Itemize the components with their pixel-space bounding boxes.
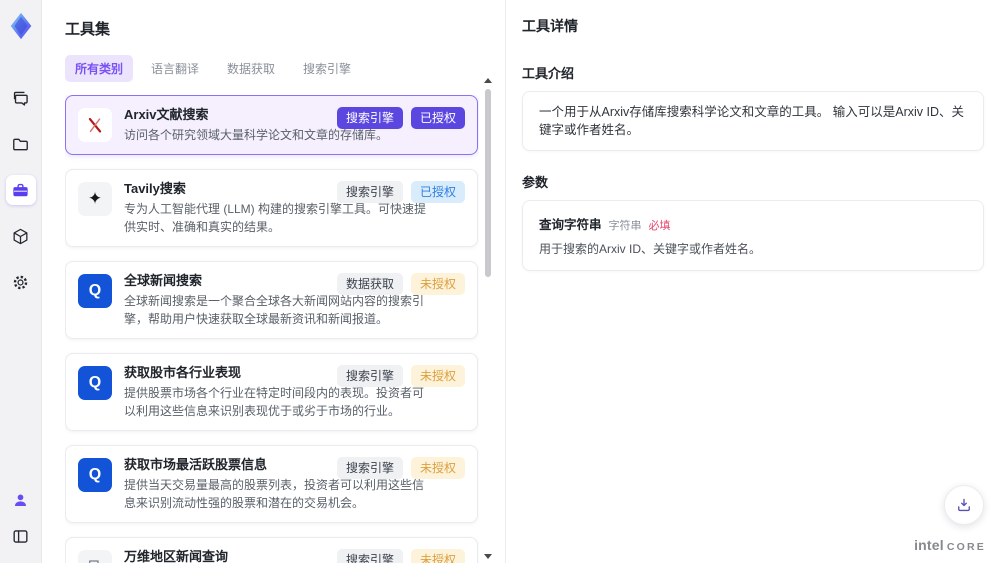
arxiv-logo-icon (78, 108, 112, 142)
tool-category-tag: 搜索引擎 (336, 549, 403, 563)
tool-card[interactable]: Q 获取市场最活跃股票信息 提供当天交易量最高的股票列表，投资者可以利用这些信息… (65, 445, 478, 523)
user-account-icon[interactable] (6, 485, 36, 515)
app-logo-icon (4, 9, 38, 43)
scrollbar-thumb[interactable] (485, 89, 491, 277)
scroll-up-arrow-icon[interactable] (484, 78, 492, 83)
cube-icon[interactable] (6, 221, 36, 251)
q-app-icon: Q (78, 366, 112, 400)
tool-card[interactable]: Arxiv文献搜索 访问各个研究领域大量科学论文和文章的存储库。 搜索引擎 已授… (65, 95, 478, 155)
tool-tags: 搜索引擎 已授权 (336, 181, 465, 203)
intro-heading: 工具介绍 (522, 66, 575, 81)
page-title: 工具集 (65, 21, 111, 38)
tool-description: 全球新闻搜索是一个聚合全球各大新闻网站内容的搜索引擎，帮助用户快速获取全球最新资… (124, 294, 425, 326)
tool-list: Arxiv文献搜索 访问各个研究领域大量科学论文和文章的存储库。 搜索引擎 已授… (65, 95, 479, 563)
intro-card: 一个用于从Arxiv存储库搜索科学论文和文章的工具。 输入可以是Arxiv ID… (522, 91, 984, 151)
tool-category-tag: 搜索引擎 (336, 457, 403, 479)
q-app-icon: Q (78, 458, 112, 492)
tool-tags: 搜索引擎 已授权 (336, 107, 465, 129)
tool-detail-pane: 工具详情 工具介绍 一个用于从Arxiv存储库搜索科学论文和文章的工具。 输入可… (505, 0, 1000, 563)
param-type: 字符串 (608, 220, 642, 232)
core-wordmark: CORE (946, 541, 986, 553)
sidebar-bottom (6, 485, 36, 551)
tool-auth-badge: 已授权 (410, 107, 465, 129)
tool-card[interactable]: Q 获取股市各行业表现 提供股票市场各个行业在特定时间段内的表现。投资者可以利用… (65, 353, 478, 431)
intel-core-logo: intel CORE (914, 537, 986, 553)
intel-wordmark: intel (914, 537, 944, 553)
category-tab[interactable]: 语言翻译 (141, 55, 209, 82)
category-tab[interactable]: 数据获取 (217, 55, 285, 82)
tool-card[interactable]: Q 全球新闻搜索 全球新闻搜索是一个聚合全球各大新闻网站内容的搜索引擎，帮助用户… (65, 261, 478, 339)
download-icon (958, 498, 970, 512)
tool-auth-badge: 未授权 (410, 549, 465, 563)
intro-text: 一个用于从Arxiv存储库搜索科学论文和文章的工具。 输入可以是Arxiv ID… (539, 105, 965, 137)
q-app-icon: Q (78, 274, 112, 308)
settings-gear-icon[interactable] (6, 267, 36, 297)
tool-category-tag: 搜索引擎 (336, 107, 403, 129)
tool-card[interactable]: 万维地区新闻查询 查询具体行政区划内的新闻，快速了解各地新闻动 搜索引擎 未授权 (65, 537, 478, 563)
toolset-pane: 工具集 所有类别 语言翻译 数据获取 搜索引擎 Arxiv文献搜索 访问各个研究领域大… (42, 0, 505, 563)
tool-tags: 搜索引擎 未授权 (336, 457, 465, 479)
tool-description: 提供股票市场各个行业在特定时间段内的表现。投资者可以利用这些信息来识别表现优于或… (124, 386, 425, 418)
tool-auth-badge: 未授权 (410, 365, 465, 387)
param-description: 用于搜索的Arxiv ID、关键字或作者姓名。 (539, 242, 762, 256)
param-name: 查询字符串 (539, 218, 602, 232)
tool-auth-badge: 未授权 (410, 457, 465, 479)
param-card: 查询字符串 字符串 必填 用于搜索的Arxiv ID、关键字或作者姓名。 (522, 200, 984, 271)
tool-tags: 搜索引擎 未授权 (336, 549, 465, 563)
sidebar (0, 0, 42, 563)
tool-tags: 数据获取 未授权 (336, 273, 465, 295)
list-scrollbar[interactable] (482, 78, 494, 561)
scroll-down-arrow-icon[interactable] (484, 554, 492, 559)
tool-category-tag: 搜索引擎 (336, 181, 403, 203)
tool-tags: 搜索引擎 未授权 (336, 365, 465, 387)
category-tab[interactable]: 所有类别 (65, 55, 134, 82)
download-button[interactable] (944, 485, 984, 525)
tool-category-tag: 数据获取 (336, 273, 403, 295)
toolbox-icon[interactable] (5, 175, 36, 205)
detail-title: 工具详情 (522, 18, 578, 34)
chat-icon[interactable] (6, 83, 36, 113)
app-window: 工具集 所有类别 语言翻译 数据获取 搜索引擎 Arxiv文献搜索 访问各个研究领域大… (0, 0, 1000, 563)
tool-description: 专为人工智能代理 (LLM) 构建的搜索引擎工具。可快速提供实时、准确和真实的结… (124, 202, 427, 234)
tavily-star-icon: ✦ (78, 182, 112, 216)
tool-auth-badge: 已授权 (410, 181, 465, 203)
folder-icon[interactable] (6, 129, 36, 159)
building-icon (78, 550, 112, 563)
tool-auth-badge: 未授权 (410, 273, 465, 295)
params-heading: 参数 (522, 175, 549, 190)
category-tab[interactable]: 搜索引擎 (293, 55, 361, 82)
tool-category-tag: 搜索引擎 (336, 365, 403, 387)
category-tabs: 所有类别 语言翻译 数据获取 搜索引擎 (65, 55, 479, 82)
panel-toggle-icon[interactable] (6, 521, 36, 551)
param-required-badge: 必填 (648, 220, 671, 232)
tool-card[interactable]: ✦ Tavily搜索 专为人工智能代理 (LLM) 构建的搜索引擎工具。可快速提… (65, 169, 478, 247)
sidebar-nav (5, 83, 36, 297)
tool-description: 提供当天交易量最高的股票列表，投资者可以利用这些信息来识别流动性强的股票和潜在的… (124, 478, 425, 510)
